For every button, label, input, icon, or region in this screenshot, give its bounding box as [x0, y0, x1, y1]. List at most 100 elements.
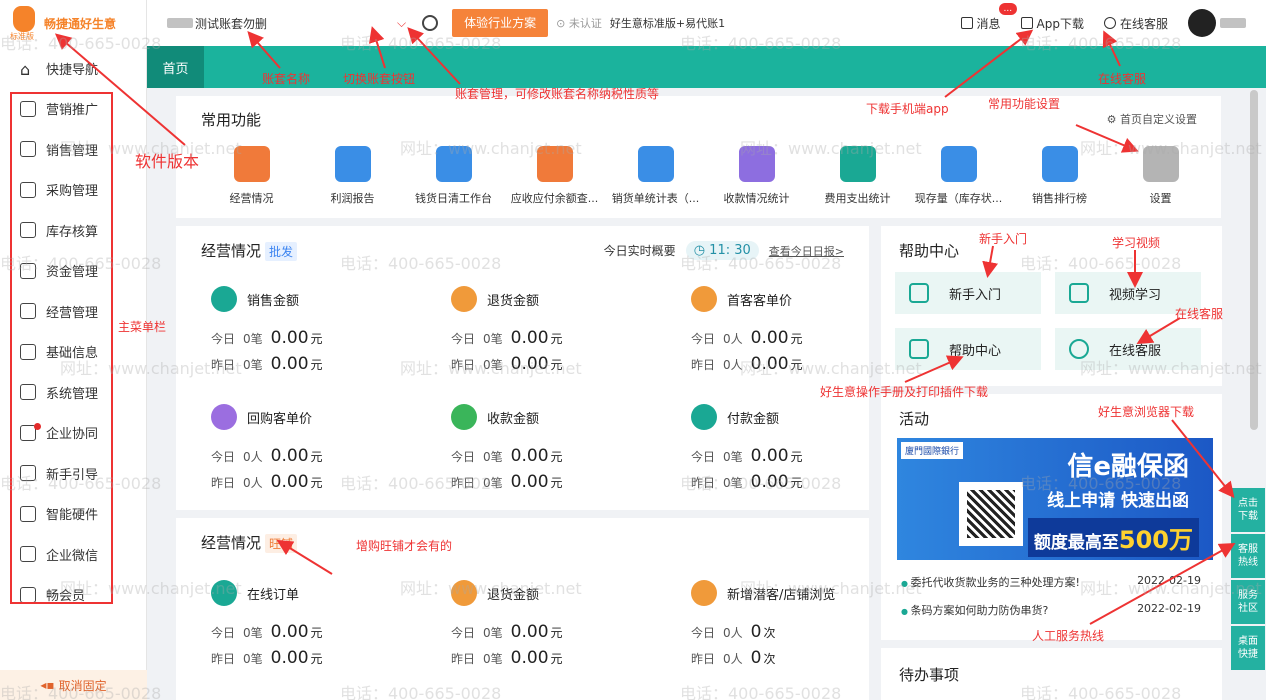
- metric-header: 回购客单价: [211, 404, 411, 430]
- promo-banner[interactable]: 廈門國際銀行 信e融保函 线上申请 快速出函 额度最高至500万: [897, 438, 1213, 560]
- metric-card[interactable]: 新增潜客/店铺浏览 今日 0人 0 次昨日 0人 0 次: [691, 580, 891, 668]
- business-title-text: 经营情况: [201, 242, 262, 260]
- metric-card[interactable]: 退货金额 今日 0笔 0.00 元昨日 0笔 0.00 元: [451, 286, 651, 374]
- metric-card[interactable]: 首客客单价 今日 0人 0.00 元昨日 0人 0.00 元: [691, 286, 891, 374]
- metric-icon: [211, 286, 237, 312]
- realtime-label: 今日实时概要: [603, 244, 676, 258]
- account-settings-icon[interactable]: [422, 15, 439, 31]
- metric-yesterday: 昨日 0笔 0.00 元: [691, 472, 891, 492]
- yesterday-unit: 次: [763, 652, 776, 666]
- menu-icon: ⌂: [20, 60, 31, 80]
- metric-card[interactable]: 收款金额 今日 0笔 0.00 元昨日 0笔 0.00 元: [451, 404, 651, 492]
- today-label: 今日: [451, 332, 476, 346]
- function-shortcut[interactable]: 经营情况: [201, 146, 302, 206]
- online-service-button[interactable]: 在线客服: [1103, 15, 1168, 32]
- menu-icon: [20, 222, 36, 239]
- tab-home[interactable]: 首页: [147, 46, 204, 88]
- metric-yesterday: 昨日 0人 0 次: [691, 648, 891, 668]
- page-scrollbar[interactable]: [1250, 90, 1258, 430]
- homepage-custom-settings[interactable]: ⚙ 首页自定义设置: [1107, 111, 1197, 127]
- float-community-button[interactable]: 服务社区: [1231, 580, 1265, 624]
- sidebar-item[interactable]: 资金管理: [0, 251, 146, 292]
- logo-mark-icon: 标准版: [10, 6, 38, 41]
- metric-today: 今日 0人 0 次: [691, 622, 891, 642]
- function-icon: [233, 146, 270, 182]
- sidebar-item[interactable]: 企业微信: [0, 534, 146, 575]
- yesterday-count: 0笔: [483, 476, 503, 490]
- function-shortcut[interactable]: 销售排行榜: [1009, 146, 1110, 206]
- sidebar: 标准版 畅捷通好生意 ⌂ 快捷导航 营销推广 销售管理 采购管理 库存核算 资金管理 经营管理…: [0, 0, 147, 700]
- sidebar-item[interactable]: 采购管理: [0, 170, 146, 211]
- function-shortcut[interactable]: 销货单统计表（...: [605, 146, 706, 206]
- menu-icon: [20, 141, 36, 158]
- note-switch: 切换账套按钮: [343, 72, 416, 86]
- certification-status[interactable]: ⊙ 未认证: [556, 15, 602, 31]
- today-value: 0.00: [270, 446, 309, 466]
- menu-icon: [20, 546, 36, 563]
- sidebar-item[interactable]: 营销推广: [0, 89, 146, 130]
- yesterday-unit: 元: [550, 652, 563, 666]
- function-shortcut[interactable]: 钱货日清工作台: [403, 146, 504, 206]
- sidebar-item[interactable]: 企业协同: [0, 413, 146, 454]
- function-shortcut[interactable]: 费用支出统计: [807, 146, 908, 206]
- metric-card[interactable]: 退货金额 今日 0笔 0.00 元昨日 0笔 0.00 元: [451, 580, 651, 668]
- sidebar-item[interactable]: 销售管理: [0, 129, 146, 170]
- account-name[interactable]: 测试账套勿删: [167, 15, 267, 32]
- function-shortcut[interactable]: 设置: [1110, 146, 1211, 206]
- menu-icon: [20, 384, 36, 401]
- message-button[interactable]: 消息 ...: [960, 2, 1018, 32]
- metric-card[interactable]: 回购客单价 今日 0人 0.00 元昨日 0人 0.00 元: [211, 404, 411, 492]
- yesterday-value: 0.00: [270, 472, 309, 492]
- help-item-newbie[interactable]: 新手入门: [895, 272, 1041, 314]
- metric-name: 销售金额: [247, 293, 300, 309]
- clock-time: 11: 30: [709, 243, 751, 258]
- switch-account-icon[interactable]: ⌵: [397, 16, 406, 31]
- yesterday-count: 0笔: [243, 358, 263, 372]
- user-menu[interactable]: [1188, 9, 1246, 37]
- function-icon: [435, 146, 472, 182]
- sidebar-item[interactable]: 新手引导: [0, 453, 146, 494]
- metric-icon: [691, 286, 717, 312]
- app-download-button[interactable]: App下载: [1020, 15, 1084, 32]
- banner-subline: 线上申请 快速出函: [1047, 491, 1189, 511]
- float-shortcut-button[interactable]: 桌面快捷: [1231, 626, 1265, 670]
- float-hotline-button[interactable]: 客服热线: [1231, 534, 1265, 578]
- sidebar-item[interactable]: 库存核算: [0, 210, 146, 251]
- metric-card[interactable]: 付款金额 今日 0笔 0.00 元昨日 0笔 0.00 元: [691, 404, 891, 492]
- function-shortcut[interactable]: 收款情况统计: [706, 146, 807, 206]
- function-shortcut[interactable]: 应收应付余额查...: [504, 146, 605, 206]
- today-label: 今日: [691, 450, 716, 464]
- sidebar-item[interactable]: 智能硬件: [0, 494, 146, 535]
- today-count: 0笔: [243, 332, 263, 346]
- metric-card[interactable]: 在线订单 今日 0笔 0.00 元昨日 0笔 0.00 元: [211, 580, 411, 668]
- banner-headline: 信e融保函: [1067, 452, 1189, 482]
- business-overview-panel: 经营情况 批发 今日实时概要 ◷ 11: 30 查看今日日报> 销售金额 今日 0笔 0…: [176, 226, 869, 510]
- sidebar-item[interactable]: 畅会员: [0, 575, 146, 616]
- metric-icon: [451, 404, 477, 430]
- unpin-button[interactable]: ◂▪ 取消固定: [0, 670, 147, 700]
- function-shortcut[interactable]: 现存量（库存状...: [908, 146, 1009, 206]
- account-label: 测试账套勿删: [195, 16, 268, 31]
- help-item-label: 新手入门: [949, 287, 1002, 303]
- help-item-service[interactable]: 在线客服: [1055, 328, 1201, 370]
- sidebar-item[interactable]: ⌂ 快捷导航: [0, 48, 146, 89]
- trial-industry-button[interactable]: 体验行业方案: [452, 9, 549, 37]
- sidebar-item[interactable]: 系统管理: [0, 372, 146, 413]
- metric-card[interactable]: 销售金额 今日 0笔 0.00 元昨日 0笔 0.00 元: [211, 286, 411, 374]
- news-item[interactable]: 条码方案如何助力防伪串货? 2022-02-19: [901, 602, 1201, 618]
- today-unit: 元: [790, 450, 803, 464]
- help-item-label: 视频学习: [1109, 287, 1162, 303]
- daily-report-link[interactable]: 查看今日日报>: [769, 243, 844, 259]
- metric-name: 在线订单: [247, 587, 300, 603]
- logo[interactable]: 标准版 畅捷通好生意: [0, 0, 146, 46]
- function-shortcut[interactable]: 利润报告: [302, 146, 403, 206]
- shop-overview-title: 经营情况 旺铺: [201, 532, 298, 553]
- sidebar-item-label: 企业微信: [46, 548, 99, 564]
- float-download-button[interactable]: 点击下载: [1231, 488, 1265, 532]
- sidebar-item[interactable]: 基础信息: [0, 332, 146, 373]
- menu-icon: [20, 181, 36, 198]
- shop-overview-panel: 经营情况 旺铺 在线订单 今日 0笔 0.00 元昨日 0笔 0.00 元退货金额 今日 0笔 0.0…: [176, 518, 869, 700]
- function-label: 销货单统计表（...: [611, 192, 700, 205]
- news-item[interactable]: 委托代收货款业务的三种处理方案! 2022-02-19: [901, 574, 1201, 590]
- help-item-help[interactable]: 帮助中心: [895, 328, 1041, 370]
